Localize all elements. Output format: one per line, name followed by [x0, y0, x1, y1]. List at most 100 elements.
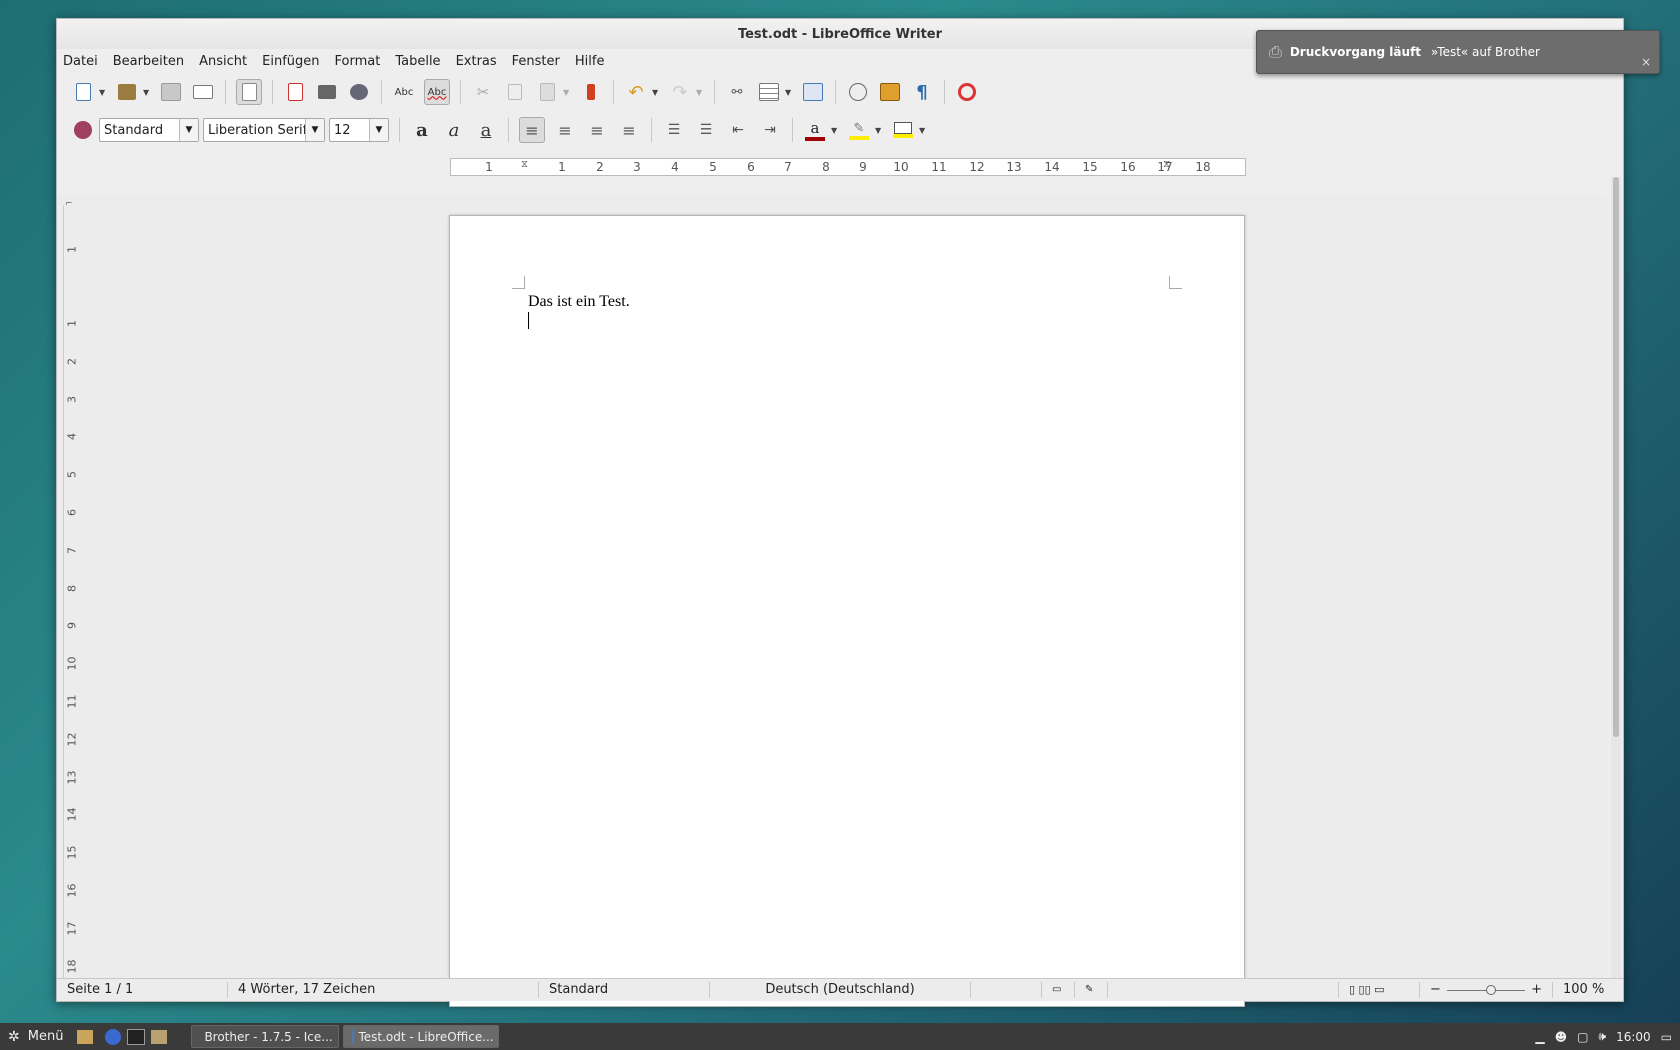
background-color-icon[interactable] [891, 118, 915, 142]
open-dropdown[interactable]: ▼ [143, 88, 151, 97]
horizontal-ruler[interactable]: 1 1 2 3 4 5 6 7 8 9 10 11 12 13 14 15 16 17 18 ⧖ ⧖ [450, 158, 1246, 176]
paste-dropdown[interactable]: ▼ [563, 88, 571, 97]
copy-icon[interactable] [503, 80, 527, 104]
selection-mode-icon[interactable]: ▭ [1042, 982, 1075, 998]
gear-icon[interactable]: ✲ [8, 1029, 20, 1045]
redo-dropdown[interactable]: ▼ [696, 88, 704, 97]
undo-icon[interactable]: ↶ [624, 80, 648, 104]
screen-icon[interactable]: ▭ [1661, 1030, 1672, 1044]
vertical-scrollbar[interactable] [1611, 177, 1621, 997]
save-icon[interactable] [159, 80, 183, 104]
left-indent-marker[interactable]: ⧖ [521, 159, 528, 170]
bullets-icon[interactable]: ☰ [694, 118, 718, 142]
new-dropdown[interactable]: ▼ [99, 88, 107, 97]
menu-bearbeiten[interactable]: Bearbeiten [113, 54, 184, 69]
task-browser[interactable]: Brother - 1.7.5 - Ice... [191, 1025, 340, 1048]
table-dropdown[interactable]: ▼ [785, 88, 793, 97]
autospell-icon[interactable]: Abc [424, 79, 450, 105]
zoom-out-button[interactable]: − [1430, 982, 1441, 998]
status-digital-signature[interactable] [1108, 982, 1339, 998]
align-right-icon[interactable]: ≡ [585, 118, 609, 142]
zoom-slider[interactable]: − + [1420, 982, 1553, 998]
highlight-icon[interactable]: ✎ [847, 118, 871, 142]
highlight-dropdown[interactable]: ▼ [875, 126, 883, 135]
status-language[interactable]: Deutsch (Deutschland) [710, 982, 971, 998]
clock[interactable]: 16:00 [1616, 1030, 1651, 1044]
decrease-indent-icon[interactable]: ⇤ [726, 118, 750, 142]
menu-extras[interactable]: Extras [456, 54, 497, 69]
italic-icon[interactable]: a [442, 118, 466, 142]
table-icon[interactable] [757, 80, 781, 104]
chevron-down-icon[interactable]: ▼ [305, 119, 324, 141]
menu-ansicht[interactable]: Ansicht [199, 54, 247, 69]
start-menu-button[interactable]: Menü [28, 1029, 64, 1044]
status-page[interactable]: Seite 1 / 1 [57, 982, 228, 998]
preview-icon[interactable] [347, 80, 371, 104]
status-word-count[interactable]: 4 Wörter, 17 Zeichen [228, 982, 539, 998]
chevron-down-icon[interactable]: ▼ [369, 119, 388, 141]
status-page-style[interactable]: Standard [539, 982, 710, 998]
status-zoom-percent[interactable]: 100 % [1553, 982, 1614, 998]
menu-datei[interactable]: Datei [63, 54, 98, 69]
align-center-icon[interactable]: ≡ [553, 118, 577, 142]
document-text[interactable]: Das ist ein Test. [528, 293, 630, 311]
increase-indent-icon[interactable]: ⇥ [758, 118, 782, 142]
new-doc-icon[interactable] [71, 80, 95, 104]
network-icon[interactable]: ▢ [1577, 1030, 1588, 1044]
align-left-icon[interactable]: ≡ [519, 117, 545, 143]
open-icon[interactable] [115, 80, 139, 104]
font-color-icon[interactable]: a [803, 118, 827, 142]
align-justify-icon[interactable]: ≡ [617, 118, 641, 142]
menu-hilfe[interactable]: Hilfe [575, 54, 605, 69]
undo-dropdown[interactable]: ▼ [652, 88, 660, 97]
right-indent-marker[interactable]: ⧖ [1163, 159, 1170, 170]
help-lifebuoy-icon[interactable] [955, 80, 979, 104]
numbering-icon[interactable]: ☰ [662, 118, 686, 142]
cut-icon[interactable]: ✂ [471, 80, 495, 104]
view-layout-icons[interactable]: ▯ ▯▯ ▭ [1339, 982, 1420, 998]
vertical-ruler[interactable]: 1 1 2 3 4 5 6 7 8 9 10 11 12 13 14 15 16 17 18 [63, 205, 80, 980]
hyperlink-icon[interactable]: ⚯ [725, 80, 749, 104]
menu-tabelle[interactable]: Tabelle [395, 54, 440, 69]
background-color-dropdown[interactable]: ▼ [919, 126, 927, 135]
pdf-icon[interactable] [283, 80, 307, 104]
gallery-icon[interactable] [878, 80, 902, 104]
underline-icon[interactable]: a [474, 118, 498, 142]
bold-icon[interactable]: a [410, 118, 434, 142]
scrollbar-thumb[interactable] [1613, 177, 1619, 737]
clone-format-icon[interactable] [579, 80, 603, 104]
zoom-in-button[interactable]: + [1531, 982, 1542, 998]
volume-icon[interactable]: 🕪 [1599, 1029, 1607, 1044]
chevron-down-icon[interactable]: ▼ [179, 119, 198, 141]
font-color-dropdown[interactable]: ▼ [831, 126, 839, 135]
menu-fenster[interactable]: Fenster [512, 54, 560, 69]
paste-icon[interactable] [535, 80, 559, 104]
vruler-tick-label: 4 [65, 433, 79, 441]
zoom-slider-knob[interactable] [1486, 984, 1496, 995]
show-draw-icon[interactable] [801, 80, 825, 104]
document-page[interactable]: Das ist ein Test. [449, 215, 1245, 1007]
font-name-combo[interactable]: Liberation Serif ▼ [203, 118, 325, 142]
spellcheck-icon[interactable]: Abc [392, 80, 416, 104]
pilcrow-icon[interactable]: ¶ [910, 80, 934, 104]
email-icon[interactable] [191, 80, 215, 104]
redo-icon[interactable]: ↷ [668, 80, 692, 104]
paragraph-style-combo[interactable]: Standard ▼ [99, 118, 199, 142]
browser-launcher-icon[interactable] [105, 1028, 122, 1045]
styles-icon[interactable] [71, 118, 95, 142]
terminal-launcher-icon[interactable] [127, 1028, 146, 1045]
font-size-combo[interactable]: 12 ▼ [329, 118, 389, 142]
menu-format[interactable]: Format [335, 54, 381, 69]
print-notification[interactable]: ⎙ Druckvorgang läuft »Test« auf Brother … [1256, 30, 1660, 74]
folder-launcher-icon[interactable] [151, 1029, 168, 1044]
file-manager-launcher-icon[interactable] [77, 1029, 94, 1044]
navigator-icon[interactable] [846, 80, 870, 104]
task-writer[interactable]: Test.odt - LibreOffice... [343, 1025, 500, 1048]
doc-modified-icon[interactable]: ✎ [1075, 982, 1108, 998]
show-desktop-icon[interactable]: ▁ [1535, 1030, 1544, 1044]
menu-einfuegen[interactable]: Einfügen [262, 54, 319, 69]
edit-mode-icon[interactable] [236, 79, 262, 105]
user-icon[interactable]: ☻ [1555, 1030, 1568, 1044]
print-icon[interactable] [315, 80, 339, 104]
close-icon[interactable]: × [1641, 55, 1651, 69]
